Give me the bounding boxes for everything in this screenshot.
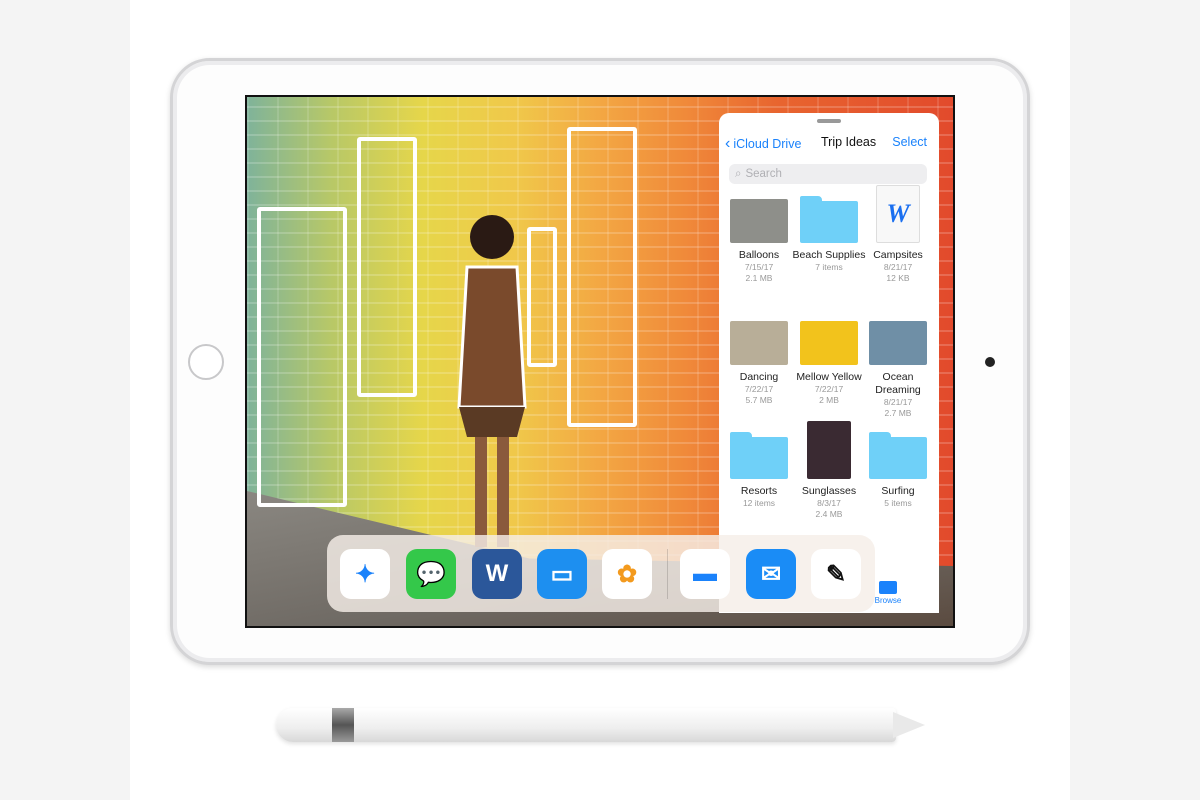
file-item[interactable]: Ocean Dreaming 8/21/17 2.7 MB — [861, 321, 935, 419]
file-meta: 2 MB — [819, 395, 839, 405]
chevron-left-icon: ‹ — [725, 135, 731, 152]
file-name: Sunglasses — [801, 485, 857, 497]
file-name: Beach Supplies — [792, 249, 866, 261]
select-button[interactable]: Select — [892, 135, 927, 149]
home-button[interactable] — [188, 344, 224, 380]
screen: ‹ iCloud Drive Trip Ideas Select ⌕ Search … — [245, 95, 955, 628]
file-name: Dancing — [739, 371, 779, 383]
dock: ✦ 💬 W ▭ ✿ ▬ ✉ ✎ — [327, 535, 875, 612]
file-item[interactable]: Resorts 12 items — [722, 432, 796, 509]
photo-thumbnail — [807, 421, 851, 479]
file-name: Campsites — [873, 249, 923, 261]
folder-icon — [879, 581, 897, 594]
file-meta: 7/22/17 — [744, 384, 774, 394]
search-placeholder: Search — [745, 168, 782, 180]
file-item[interactable]: Mellow Yellow 7/22/17 2 MB — [792, 321, 866, 406]
search-icon: ⌕ — [735, 167, 742, 180]
back-label: iCloud Drive — [733, 137, 802, 151]
file-meta: 8/21/17 — [883, 397, 913, 407]
file-meta: 8/21/17 — [883, 262, 913, 272]
sketch-building — [567, 127, 637, 427]
file-meta: 5 items — [884, 498, 912, 508]
person-photo — [457, 215, 527, 547]
word-app-icon[interactable]: W — [472, 549, 522, 599]
file-meta: 5.7 MB — [745, 395, 773, 405]
sketch-building — [357, 137, 417, 397]
file-meta: 7/15/17 — [744, 262, 774, 272]
file-name: Mellow Yellow — [796, 371, 862, 383]
file-name: Ocean Dreaming — [875, 371, 921, 396]
file-meta: 2.7 MB — [884, 408, 912, 418]
tab-browse-label: Browse — [874, 596, 902, 605]
photo-thumbnail — [800, 321, 858, 365]
folder-icon — [730, 432, 788, 479]
safari-app-icon[interactable]: ✦ — [340, 549, 390, 599]
file-item[interactable]: Sunglasses 8/3/17 2.4 MB — [792, 421, 866, 520]
file-item[interactable]: W Campsites 8/21/17 12 KB — [861, 185, 935, 284]
file-item[interactable]: Balloons 7/15/17 2.1 MB — [722, 199, 796, 284]
file-meta: 2.1 MB — [745, 273, 773, 283]
photo-thumbnail — [730, 321, 788, 365]
pencil-tip — [893, 712, 925, 738]
sketch-building — [257, 207, 347, 507]
word-document-icon: W — [876, 185, 920, 243]
keynote-app-icon[interactable]: ▭ — [537, 549, 587, 599]
photo-thumbnail — [869, 321, 927, 365]
apple-pencil — [276, 708, 896, 742]
file-item[interactable]: Surfing 5 items — [861, 432, 935, 509]
file-meta: 12 KB — [886, 273, 910, 283]
file-item[interactable]: Dancing 7/22/17 5.7 MB — [722, 321, 796, 406]
files-app-icon[interactable]: ▬ — [680, 549, 730, 599]
file-name: Resorts — [740, 485, 778, 497]
file-name: Surfing — [881, 485, 915, 497]
background-right — [1070, 0, 1200, 800]
file-item[interactable]: Beach Supplies 7 items — [792, 196, 866, 273]
mail-app-icon[interactable]: ✉ — [746, 549, 796, 599]
file-meta: 7/22/17 — [814, 384, 844, 394]
drag-handle[interactable] — [817, 119, 841, 123]
folder-title: Trip Ideas — [821, 135, 877, 149]
background-left — [0, 0, 130, 800]
file-meta: 12 items — [742, 498, 776, 508]
messages-app-icon[interactable]: 💬 — [406, 549, 456, 599]
back-button[interactable]: ‹ iCloud Drive — [725, 135, 801, 153]
file-meta: 2.4 MB — [815, 509, 843, 519]
file-meta: 7 items — [815, 262, 843, 272]
pencil-band — [332, 708, 354, 742]
file-name: Balloons — [738, 249, 780, 261]
camera-icon — [985, 357, 995, 367]
photos-app-icon[interactable]: ✿ — [602, 549, 652, 599]
file-meta: 8/3/17 — [817, 498, 841, 508]
photo-thumbnail — [730, 199, 788, 243]
search-input[interactable]: ⌕ Search — [729, 164, 927, 184]
dock-divider — [667, 549, 668, 599]
folder-icon — [869, 432, 927, 479]
drawing-app-app-icon[interactable]: ✎ — [811, 549, 861, 599]
folder-icon — [800, 196, 858, 243]
